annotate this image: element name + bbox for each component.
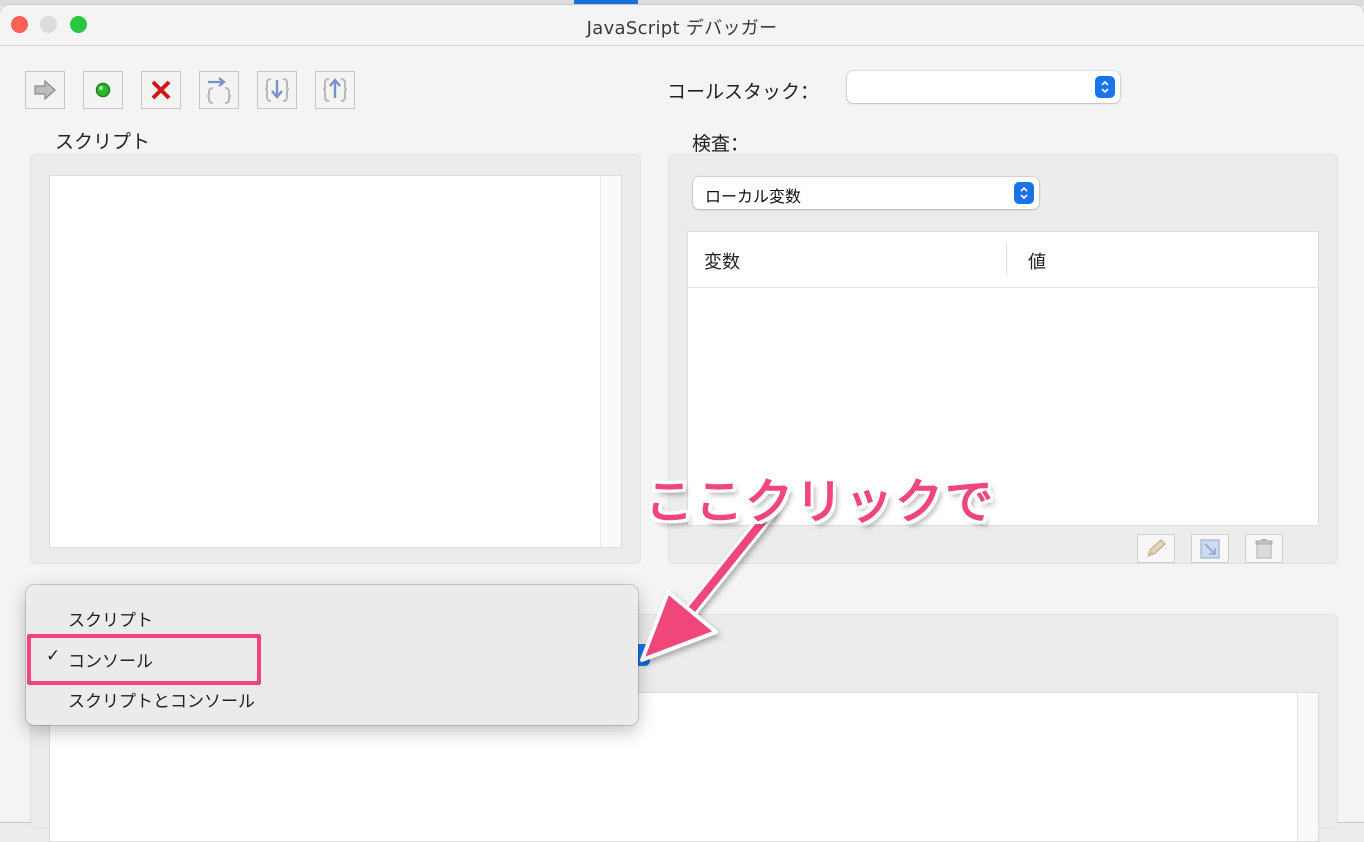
annotation-highlight-box xyxy=(27,634,261,685)
table-header: 変数 値 xyxy=(688,232,1318,288)
step-over-icon xyxy=(206,77,232,104)
inspect-label: 検査： xyxy=(692,133,750,155)
select-stepper-icon xyxy=(1014,182,1034,204)
edit-button[interactable] xyxy=(1137,534,1175,563)
pencil-icon xyxy=(1147,538,1166,557)
break-green-dot-icon xyxy=(95,82,111,98)
stop-red-x-icon xyxy=(151,80,171,100)
step-out-icon xyxy=(322,78,348,102)
script-panel xyxy=(30,154,641,564)
column-header-variable[interactable]: 変数 xyxy=(704,248,740,274)
menu-item-script[interactable]: スクリプト xyxy=(68,606,153,631)
column-divider[interactable] xyxy=(1006,244,1007,274)
step-over-button[interactable] xyxy=(199,71,239,109)
window-title: JavaScript デバッガー xyxy=(586,18,778,39)
break-button[interactable] xyxy=(83,71,123,109)
callstack-label: コールスタック： xyxy=(667,81,820,103)
expand-button[interactable] xyxy=(1191,534,1229,563)
menu-item-script-and-console[interactable]: スクリプトとコンソール xyxy=(68,687,255,712)
delete-button[interactable] xyxy=(1245,534,1283,563)
inspect-scope-select[interactable]: ローカル変数 xyxy=(693,177,1039,209)
console-scrollbar[interactable] xyxy=(1297,693,1318,841)
step-into-button[interactable] xyxy=(257,71,297,109)
stop-button[interactable] xyxy=(141,71,181,109)
square-arrow-icon xyxy=(1200,538,1220,559)
continue-arrow-icon xyxy=(34,80,56,100)
script-scrollbar[interactable] xyxy=(600,176,621,547)
annotation-callout: ここクリックで xyxy=(645,474,996,530)
continue-button[interactable] xyxy=(25,71,65,109)
step-out-button[interactable] xyxy=(315,71,355,109)
inspect-scope-value: ローカル変数 xyxy=(705,187,802,206)
script-view[interactable] xyxy=(49,175,622,548)
trash-icon xyxy=(1255,538,1273,558)
column-header-value[interactable]: 値 xyxy=(1028,248,1046,274)
title-bar: JavaScript デバッガー xyxy=(0,5,1364,46)
script-panel-label: スクリプト xyxy=(55,131,151,153)
step-into-icon xyxy=(264,78,290,102)
callstack-select[interactable] xyxy=(847,71,1120,103)
select-stepper-icon xyxy=(1095,76,1115,98)
